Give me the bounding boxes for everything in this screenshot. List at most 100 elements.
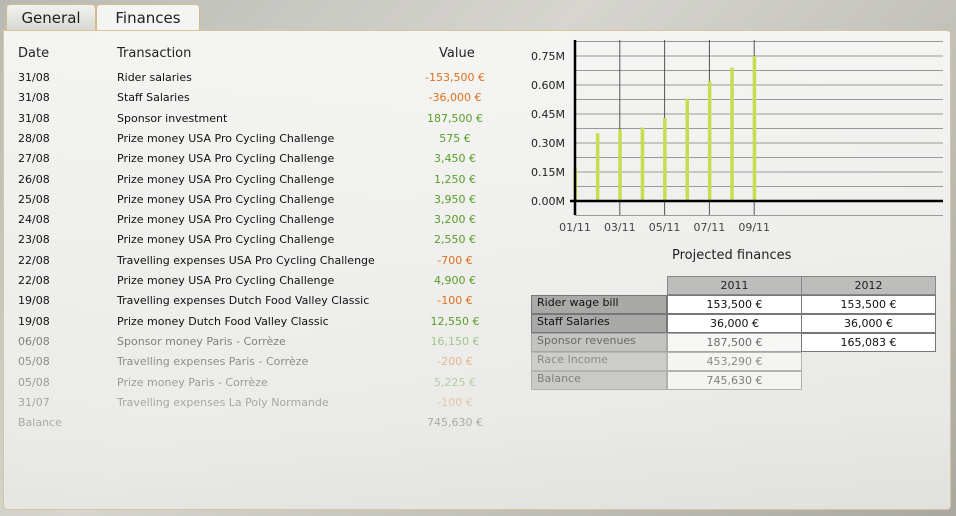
row-label: Sponsor revenues <box>531 333 667 352</box>
x-tick-label: 01/11 <box>559 221 591 234</box>
row-transaction: Travelling expenses La Poly Normande <box>117 395 329 409</box>
table-row: 26/08 Prize money USA Pro Cycling Challen… <box>0 173 520 193</box>
row-date: 31/08 <box>18 91 50 105</box>
row-date: 26/08 <box>18 172 50 186</box>
row-value: -700 € <box>437 253 473 267</box>
balance-value: 745,630 € <box>427 416 483 430</box>
value-cell: 745,630 € <box>667 371 802 390</box>
row-date: 19/08 <box>18 294 50 308</box>
value-cell: 36,000 € <box>667 314 802 333</box>
row-value: -100 € <box>437 395 473 409</box>
table-row: 28/08 Prize money USA Pro Cycling Challen… <box>0 132 520 152</box>
y-tick-label: 0.30M <box>531 137 565 150</box>
x-tick-label: 05/11 <box>649 221 681 234</box>
table-row: 31/08 Staff Salaries -36,000 € <box>0 91 520 111</box>
table-row: 06/08 Sponsor money Paris - Corrèze 16,150… <box>0 335 520 355</box>
row-value: -153,500 € <box>425 71 485 84</box>
table-row: 22/08 Travelling expenses USA Pro Cycling… <box>0 254 520 274</box>
row-value: 3,450 € <box>434 152 476 166</box>
table-row: 05/08 Prize money Paris - Corrèze 5,225 € <box>0 376 520 396</box>
row-date: 05/08 <box>18 355 50 369</box>
balance-label: Balance <box>18 416 62 430</box>
row-transaction: Travelling expenses Dutch Food Valley Cl… <box>117 294 370 308</box>
row-date: 28/08 <box>18 131 50 145</box>
x-tick-label: 09/11 <box>738 221 770 234</box>
header-transaction: Transaction <box>117 46 192 61</box>
y-tick-label: 0.75M <box>531 50 565 63</box>
row-date: 19/08 <box>18 314 50 328</box>
row-value: -100 € <box>437 294 473 308</box>
header-date: Date <box>18 46 50 61</box>
row-transaction: Prize money Paris - Corrèze <box>117 375 268 389</box>
table-row: 22/08 Prize money USA Pro Cycling Challen… <box>0 274 520 294</box>
column-header: 2012 <box>801 276 936 295</box>
bar <box>752 56 757 201</box>
header-value: Value <box>439 46 475 61</box>
row-transaction: Rider salaries <box>117 71 192 84</box>
y-tick-label: 0.45M <box>531 108 565 121</box>
row-transaction: Prize money USA Pro Cycling Challenge <box>117 213 335 227</box>
row-value: -200 € <box>437 355 473 369</box>
row-date: 31/08 <box>18 71 50 84</box>
table-row: 24/08 Prize money USA Pro Cycling Challen… <box>0 213 520 233</box>
value-cell: 165,083 € <box>801 333 936 352</box>
value-cell: 187,500 € <box>667 333 802 352</box>
x-tick-label: 03/11 <box>604 221 636 234</box>
table-row: 19/08 Prize money Dutch Food Valley Class… <box>0 315 520 335</box>
row-label: Staff Salaries <box>531 314 667 333</box>
bar <box>707 81 712 201</box>
row-transaction: Prize money USA Pro Cycling Challenge <box>117 131 335 145</box>
row-date: 22/08 <box>18 274 50 287</box>
row-label: Race Income <box>531 352 667 371</box>
row-value: 4,900 € <box>434 274 476 287</box>
column-header: 2011 <box>667 276 802 295</box>
bar <box>685 98 689 201</box>
row-date: 05/08 <box>18 375 50 389</box>
table-row: 31/08 Rider salaries -153,500 € <box>0 71 520 91</box>
value-cell: 36,000 € <box>801 314 936 333</box>
row-value: 1,250 € <box>434 172 476 186</box>
row-transaction: Prize money USA Pro Cycling Challenge <box>117 152 335 166</box>
row-value: 2,550 € <box>434 233 476 247</box>
finance-chart: 0.00M 0.15M 0.30M 0.45M 0.60M 0.75M 01/11 03/11… <box>531 40 943 234</box>
projected-title: Projected finances <box>672 248 792 263</box>
row-date: 22/08 <box>18 253 50 267</box>
row-label: Balance <box>531 371 667 390</box>
bar <box>730 67 734 201</box>
y-tick-label: 0.60M <box>531 79 565 92</box>
row-value: 3,200 € <box>434 213 476 227</box>
row-transaction: Prize money Dutch Food Valley Classic <box>117 314 329 328</box>
row-transaction: Prize money USA Pro Cycling Challenge <box>117 233 335 247</box>
table-row: 31/08 Sponsor investment 187,500 € <box>0 112 520 132</box>
balance-row: Balance 745,630 € <box>0 416 520 436</box>
table-row: 05/08 Travelling expenses Paris - Corrèze… <box>0 355 520 375</box>
tab-finances[interactable]: Finances <box>96 4 200 33</box>
table-row: 31/07 Travelling expenses La Poly Normand… <box>0 396 520 416</box>
row-transaction: Prize money USA Pro Cycling Challenge <box>117 274 335 287</box>
row-transaction: Sponsor money Paris - Corrèze <box>117 334 286 348</box>
row-value: -36,000 € <box>428 91 482 105</box>
row-date: 31/08 <box>18 111 50 125</box>
row-transaction: Travelling expenses Paris - Corrèze <box>117 355 309 369</box>
value-cell: 453,290 € <box>667 352 802 371</box>
row-date: 31/07 <box>18 395 50 409</box>
row-label: Rider wage bill <box>531 295 667 314</box>
row-value: 5,225 € <box>434 375 476 389</box>
y-tick-label: 0.00M <box>531 195 565 208</box>
tab-general[interactable]: General <box>6 4 96 31</box>
row-transaction: Sponsor investment <box>117 111 228 125</box>
y-tick-label: 0.15M <box>531 166 565 179</box>
row-date: 24/08 <box>18 213 50 227</box>
value-cell: 153,500 € <box>801 295 936 314</box>
bar <box>618 129 622 201</box>
row-date: 23/08 <box>18 233 50 247</box>
row-value: 187,500 € <box>427 111 483 125</box>
bar <box>595 133 600 201</box>
bar <box>640 127 645 201</box>
table-row: 19/08 Travelling expenses Dutch Food Vall… <box>0 294 520 314</box>
value-cell: 153,500 € <box>667 295 802 314</box>
x-tick-label: 07/11 <box>694 221 726 234</box>
row-value: 12,550 € <box>430 314 480 328</box>
bar <box>663 117 667 201</box>
row-date: 25/08 <box>18 192 50 206</box>
